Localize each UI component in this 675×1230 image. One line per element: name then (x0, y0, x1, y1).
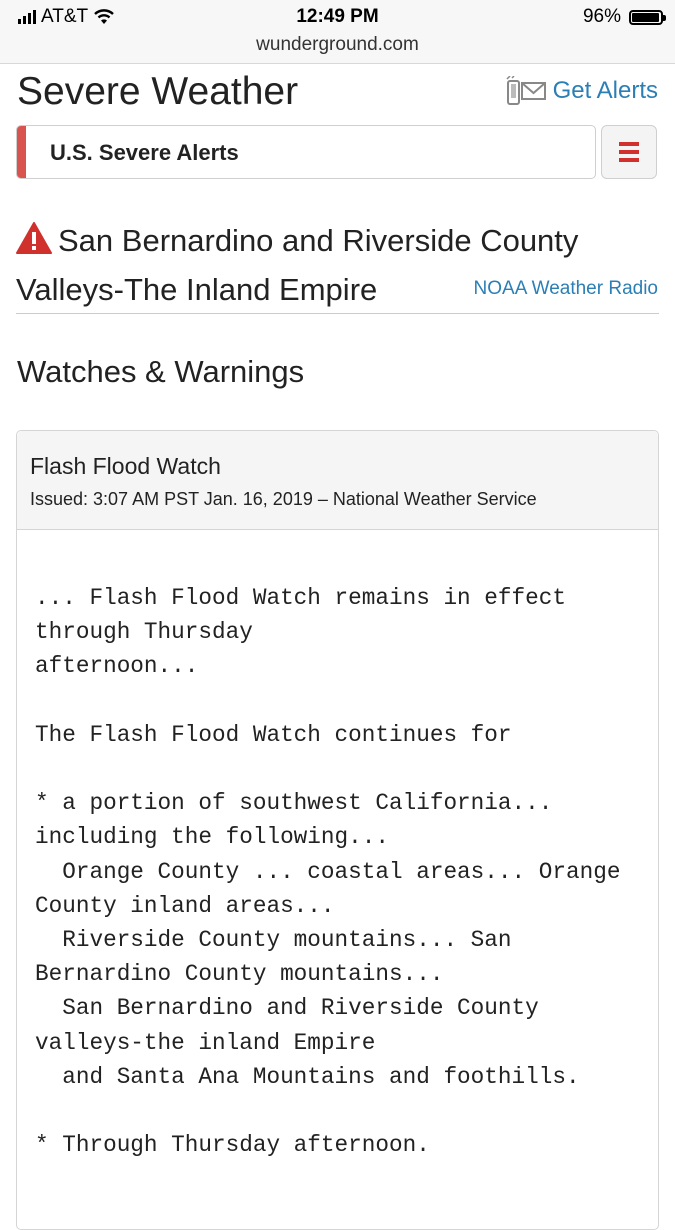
url-bar[interactable]: wunderground.com (0, 34, 675, 64)
warning-panel-header[interactable]: Flash Flood Watch Issued: 3:07 AM PST Ja… (17, 431, 658, 530)
status-right: 96% (582, 6, 666, 28)
warning-title: Flash Flood Watch (30, 453, 221, 479)
noaa-weather-radio-link[interactable]: NOAA Weather Radio (474, 278, 658, 300)
url-text: wunderground.com (256, 34, 419, 55)
warning-issued: Issued: 3:07 AM PST Jan. 16, 2019 – Nati… (30, 489, 537, 509)
warning-icon (16, 222, 52, 254)
status-time: 12:49 PM (296, 6, 379, 27)
battery-percent: 96% (582, 6, 621, 27)
battery-icon (629, 9, 666, 25)
get-alerts-link[interactable]: Get Alerts (505, 76, 658, 106)
divider (16, 313, 659, 314)
status-bar: AT&T 12:49 PM 96% (0, 0, 675, 34)
warning-panel: Flash Flood Watch Issued: 3:07 AM PST Ja… (16, 430, 659, 1230)
mobile-alerts-icon (506, 76, 546, 105)
severe-alerts-label: U.S. Severe Alerts (50, 140, 239, 165)
menu-bar (619, 142, 639, 146)
severe-alerts-selector[interactable]: U.S. Severe Alerts (16, 125, 596, 179)
section-title: Watches & Warnings (17, 354, 305, 389)
get-alerts-label: Get Alerts (552, 77, 658, 104)
page-title: Severe Weather (17, 70, 299, 113)
menu-bar (619, 158, 639, 162)
warning-text: ... Flash Flood Watch remains in effect … (35, 585, 621, 1159)
menu-bar (619, 150, 639, 154)
menu-button[interactable] (601, 125, 657, 179)
battery-fill (632, 12, 659, 22)
